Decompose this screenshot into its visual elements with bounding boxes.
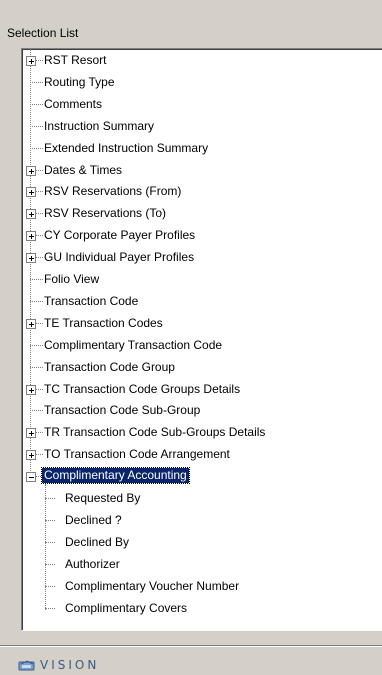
tree-item[interactable]: TC Transaction Code Groups Details [22, 378, 382, 400]
vision-logo: VISION [18, 657, 99, 673]
expand-toggle-icon[interactable] [26, 187, 36, 198]
tree-item[interactable]: Dates & Times [22, 159, 382, 181]
tree-connector [30, 147, 43, 149]
tree-connector [45, 519, 55, 521]
tree-item-label: Declined ? [65, 512, 122, 527]
collapse-toggle-icon[interactable] [26, 472, 36, 483]
tree-connector [30, 300, 43, 302]
tree-item[interactable]: Extended Instruction Summary [22, 137, 382, 159]
tree-item-label: Declined By [65, 534, 130, 549]
tree-item-label: Extended Instruction Summary [44, 140, 209, 155]
tree-item-label: Requested By [65, 491, 141, 505]
tree-child-item[interactable]: Complimentary Covers [22, 597, 382, 619]
tree-child-item[interactable]: Complimentary Voucher Number [22, 575, 382, 597]
tree-item-label: Folio View [44, 272, 100, 286]
tree-child-item[interactable]: Declined ? [22, 509, 382, 531]
vision-logo-icon [18, 660, 35, 671]
panel-title: Selection List [7, 26, 79, 40]
tree-item[interactable]: Transaction Code [22, 290, 382, 312]
tree-item-label: TE Transaction Codes [44, 315, 163, 330]
tree-item-label: Complimentary Transaction Code [44, 337, 223, 352]
selection-list-panel: Selection List RST Resort Routing Type Com… [0, 0, 382, 675]
tree-item-label: TC Transaction Code Groups Details [44, 381, 241, 396]
tree-connector [30, 125, 43, 127]
tree-child-item[interactable]: Authorizer [22, 553, 382, 575]
tree-item-label: GU Individual Payer Profiles [44, 250, 195, 265]
tree-item[interactable]: CY Corporate Payer Profiles [22, 224, 382, 246]
tree-item-label: TR Transaction Code Sub-Groups Details [44, 425, 266, 440]
expand-toggle-icon[interactable] [26, 231, 36, 242]
tree-child-item[interactable]: Requested By [22, 487, 382, 509]
tree-item[interactable]: Complimentary Transaction Code [22, 334, 382, 356]
tree-connector [45, 585, 55, 587]
tree-item-label-selected: Complimentary Accounting [41, 467, 190, 485]
tree-item[interactable]: TE Transaction Codes [22, 312, 382, 334]
tree-item-label: RST Resort [44, 53, 107, 67]
tree-item-label: Complimentary Voucher Number [65, 578, 240, 593]
tree-connector [45, 607, 55, 609]
tree-item[interactable]: Instruction Summary [22, 115, 382, 137]
expand-toggle-icon[interactable] [26, 209, 36, 220]
tree-item[interactable]: Routing Type [22, 71, 382, 93]
tree-item-label: Transaction Code Group [44, 359, 175, 374]
tree-item-label: Instruction Summary [44, 118, 155, 133]
tree-item-label: Complimentary Covers [65, 600, 188, 615]
tree-connector [30, 279, 43, 280]
tree-item[interactable]: Complimentary Accounting [22, 465, 382, 487]
tree-item[interactable]: Transaction Code Sub-Group [22, 399, 382, 421]
tree-item-label: RSV Reservations (To) [44, 206, 167, 221]
footer-divider [0, 645, 382, 647]
vision-logo-text: VISION [40, 658, 100, 672]
tree-item-label: CY Corporate Payer Profiles [44, 228, 196, 243]
tree-child-item[interactable]: Declined By [22, 531, 382, 553]
expand-toggle-icon[interactable] [26, 450, 36, 461]
tree-item[interactable]: TR Transaction Code Sub-Groups Details [22, 421, 382, 443]
tree-item-label: Authorizer [65, 556, 120, 571]
tree-item-label: Routing Type [44, 74, 115, 89]
tree-item-label: Transaction Code Sub-Group [44, 403, 201, 418]
tree-item[interactable]: Folio View [22, 268, 382, 290]
tree-connector [30, 366, 43, 368]
expand-toggle-icon[interactable] [26, 165, 36, 176]
tree-connector [45, 498, 55, 499]
tree-item[interactable]: TO Transaction Code Arrangement [22, 443, 382, 465]
expand-toggle-icon[interactable] [26, 56, 36, 66]
tree-connector [30, 81, 43, 83]
tree-connector [30, 344, 43, 346]
tree-connector [45, 563, 55, 565]
expand-toggle-icon[interactable] [26, 428, 36, 439]
tree-item-label: RSV Reservations (From) [44, 184, 182, 199]
tree-connector [30, 103, 43, 105]
tree-item[interactable]: GU Individual Payer Profiles [22, 246, 382, 268]
tree-item[interactable]: Transaction Code Group [22, 356, 382, 378]
tree-item-label: Comments [44, 96, 103, 111]
tree-item-label: TO Transaction Code Arrangement [44, 447, 230, 462]
tree-item[interactable]: RSV Reservations (To) [22, 202, 382, 224]
expand-toggle-icon[interactable] [26, 253, 36, 264]
tree-connector [45, 541, 55, 543]
tree-connector [30, 410, 43, 412]
tree-item-label: Transaction Code [44, 293, 139, 308]
tree-content: RST Resort Routing Type Comments Instructio… [22, 49, 382, 630]
tree-item[interactable]: RSV Reservations (From) [22, 180, 382, 202]
tree-item[interactable]: Comments [22, 93, 382, 115]
expand-toggle-icon[interactable] [26, 384, 36, 395]
expand-toggle-icon[interactable] [26, 318, 36, 329]
tree-item-label: Dates & Times [44, 162, 123, 177]
tree-item[interactable]: RST Resort [22, 49, 382, 71]
selection-tree[interactable]: RST Resort Routing Type Comments Instructio… [21, 48, 382, 631]
